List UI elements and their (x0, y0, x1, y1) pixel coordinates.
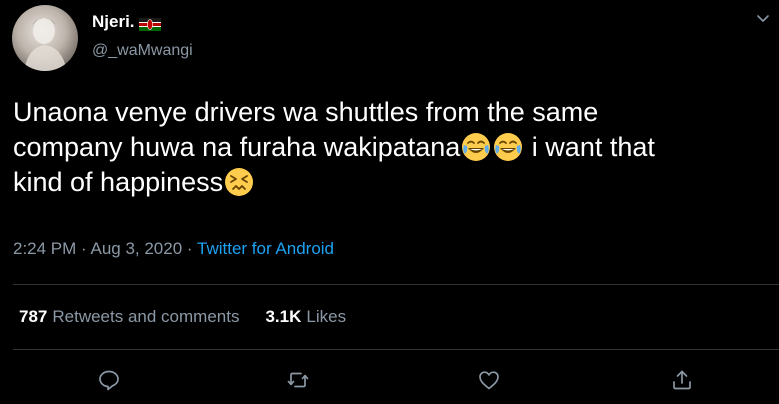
tweet-line-1: Unaona venye drivers wa shuttles from th… (13, 97, 599, 127)
likes-label: Likes (306, 307, 347, 326)
divider (13, 284, 779, 285)
tweet-time[interactable]: 2:24 PM (13, 239, 76, 258)
chevron-down-icon[interactable] (755, 10, 771, 26)
reply-button[interactable] (95, 368, 123, 396)
tweet-meta: 2:24 PM · Aug 3, 2020 · Twitter for Andr… (13, 238, 334, 260)
tweet-line-2: company huwa na furaha wakipatana (13, 132, 461, 162)
heart-icon (477, 368, 501, 397)
share-button[interactable] (668, 368, 696, 396)
face-with-tears-of-joy-icon (493, 132, 523, 162)
retweet-icon (286, 368, 310, 397)
tweet-stats: 787 Retweets and comments 3.1K Likes (19, 306, 346, 328)
tweet-date[interactable]: Aug 3, 2020 (90, 239, 182, 258)
like-button[interactable] (475, 368, 503, 396)
retweets-label: Retweets and comments (52, 307, 240, 326)
tweet-actions (0, 368, 779, 398)
display-name-text: Njeri. (92, 12, 135, 31)
tweet-line-2-end: i want that (524, 132, 655, 162)
share-icon (670, 368, 694, 397)
likes-stat[interactable]: 3.1K Likes (265, 306, 346, 328)
tweet-line-3: kind of happiness (13, 167, 224, 197)
tweet-text: Unaona venye drivers wa shuttles from th… (13, 95, 773, 200)
user-handle[interactable]: @_waMwangi (92, 41, 193, 61)
tweet-source-link[interactable]: Twitter for Android (197, 239, 334, 258)
face-with-tears-of-joy-icon (461, 132, 491, 162)
retweets-stat[interactable]: 787 Retweets and comments (19, 306, 239, 328)
display-name[interactable]: Njeri. (92, 12, 161, 32)
likes-count: 3.1K (265, 307, 302, 326)
reply-icon (97, 368, 121, 397)
persevering-face-icon (224, 167, 254, 197)
kenya-flag-icon (138, 16, 161, 31)
meta-separator: · (182, 239, 197, 258)
divider (13, 349, 779, 350)
retweets-count: 787 (19, 307, 48, 326)
avatar[interactable] (12, 5, 78, 71)
retweet-button[interactable] (284, 368, 312, 396)
meta-separator: · (76, 239, 91, 258)
